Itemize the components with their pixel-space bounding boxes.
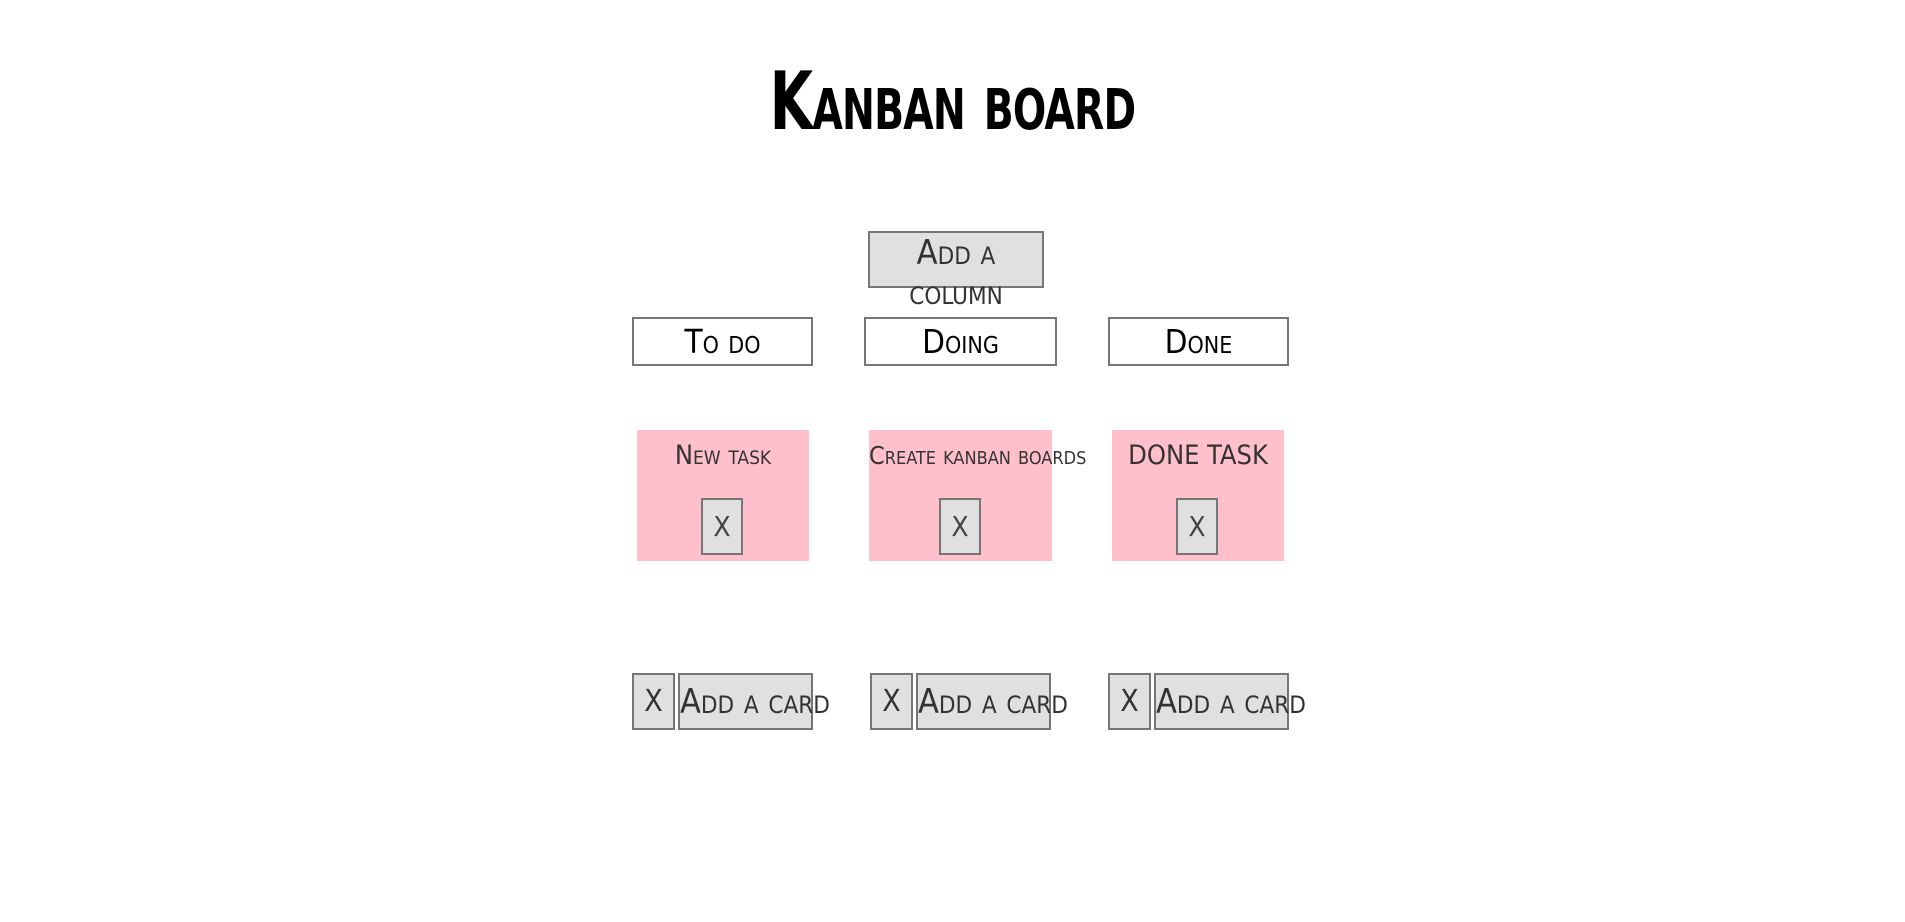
- add-card-button[interactable]: Add a card: [1154, 673, 1306, 730]
- delete-column-button[interactable]: X: [1108, 673, 1151, 730]
- add-card-button[interactable]: Add a card: [678, 673, 830, 730]
- page-title: Kanban board: [769, 55, 1136, 148]
- delete-column-button[interactable]: X: [870, 673, 913, 730]
- delete-card-button[interactable]: X: [701, 498, 743, 555]
- add-card-button[interactable]: Add a card: [916, 673, 1068, 730]
- delete-column-button[interactable]: X: [632, 673, 675, 730]
- column-title-input[interactable]: [1108, 317, 1289, 366]
- column-title-input[interactable]: [632, 317, 813, 366]
- kanban-page: Kanban board Add a column New task X X A…: [0, 0, 1905, 922]
- card: New task X: [637, 430, 809, 561]
- card: Create kanban boards X: [869, 430, 1087, 561]
- add-column-button[interactable]: Add a column: [868, 231, 1044, 313]
- card-text: Create kanban boards: [869, 441, 1087, 470]
- delete-card-button[interactable]: X: [939, 498, 981, 555]
- card-text: DONE TASK: [1128, 440, 1268, 471]
- delete-card-button[interactable]: X: [1176, 498, 1218, 555]
- column-title-input[interactable]: [864, 317, 1057, 366]
- card: DONE TASK X: [1112, 430, 1284, 561]
- card-text: New task: [674, 440, 772, 471]
